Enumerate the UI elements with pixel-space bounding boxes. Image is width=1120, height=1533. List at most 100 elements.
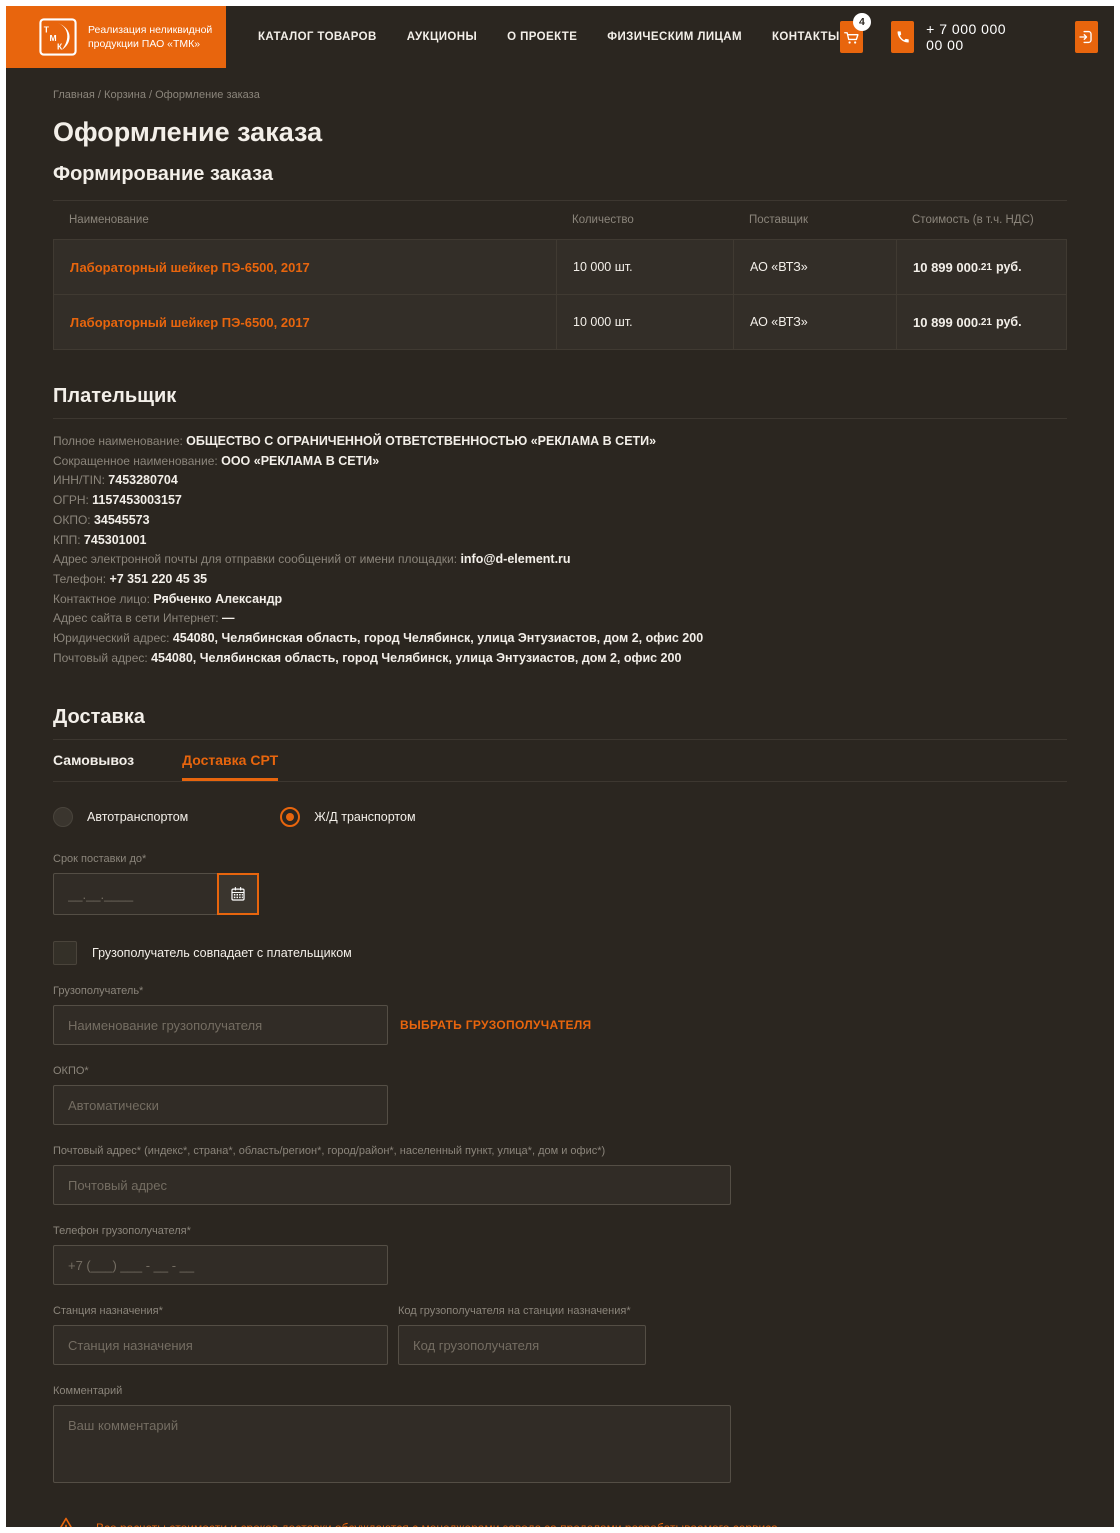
phone-number[interactable]: + 7 000 000 00 00 xyxy=(926,21,1015,53)
tab-pickup[interactable]: Самовывоз xyxy=(53,740,134,781)
payer-field-full-name: Полное наименование: ОБЩЕСТВО С ОГРАНИЧЕ… xyxy=(53,432,1067,452)
payer-section-title: Плательщик xyxy=(53,383,1067,409)
okpo-group: ОКПО* xyxy=(53,1065,1067,1125)
payer-field-kpp: КПП: 745301001 xyxy=(53,531,1067,551)
same-as-payer-checkbox-row[interactable]: Грузополучатель совпадает с плательщиком xyxy=(53,941,1067,965)
column-header-name: Наименование xyxy=(53,201,556,239)
calendar-icon xyxy=(229,885,247,903)
page-title: Оформление заказа xyxy=(53,116,1067,148)
delivery-date-label: Срок поставки до* xyxy=(53,853,1067,865)
okpo-input[interactable] xyxy=(53,1085,388,1125)
consignee-phone-group: Телефон грузополучателя* xyxy=(53,1225,1067,1285)
payer-field-website: Адрес сайта в сети Интернет: — xyxy=(53,609,1067,629)
tmk-logo-icon: Т М К xyxy=(39,18,77,56)
product-supplier: АО «ВТЗ» xyxy=(734,295,897,349)
station-code-label: Код грузополучателя на станции назначени… xyxy=(398,1305,646,1317)
station-row: Станция назначения* Код грузополучателя … xyxy=(53,1305,1067,1365)
table-row: Лабораторный шейкер ПЭ-6500, 2017 10 000… xyxy=(53,295,1067,350)
payer-field-phone: Телефон: +7 351 220 45 35 xyxy=(53,570,1067,590)
checkbox-icon[interactable] xyxy=(53,941,77,965)
column-header-qty: Количество xyxy=(556,201,733,239)
postal-address-label: Почтовый адрес* (индекс*, страна*, облас… xyxy=(53,1145,1067,1157)
nav-item-catalog[interactable]: КАТАЛОГ ТОВАРОВ xyxy=(258,31,377,43)
payer-field-inn: ИНН/TIN: 7453280704 xyxy=(53,471,1067,491)
delivery-date-group: Срок поставки до* xyxy=(53,853,1067,915)
screenshot-frame: Т М К Реализация неликвидной продукции П… xyxy=(0,0,1120,1533)
cart-count-badge: 4 xyxy=(853,13,871,31)
phone-icon xyxy=(894,29,911,46)
calendar-button[interactable] xyxy=(217,873,259,915)
svg-text:К: К xyxy=(57,41,63,51)
consignee-group: Грузополучатель* ВЫБРАТЬ ГРУЗОПОЛУЧАТЕЛЯ xyxy=(53,985,1067,1045)
payer-details: Полное наименование: ОБЩЕСТВО С ОГРАНИЧЕ… xyxy=(53,432,1067,668)
postal-address-input[interactable] xyxy=(53,1165,731,1205)
warning-text: Все расчеты стоимости и сроков доставки … xyxy=(96,1521,781,1527)
consignee-phone-label: Телефон грузополучателя* xyxy=(53,1225,1067,1237)
breadcrumb-home[interactable]: Главная xyxy=(53,89,104,101)
breadcrumb: ГлавнаяКорзинаОформление заказа xyxy=(53,89,1067,101)
main-nav: КАТАЛОГ ТОВАРОВ АУКЦИОНЫ О ПРОЕКТЕ ФИЗИЧ… xyxy=(258,31,840,43)
logo-tagline: Реализация неликвидной продукции ПАО «ТМ… xyxy=(88,23,212,51)
product-price: 10 899 000.21руб. xyxy=(897,240,1080,294)
page-content: ГлавнаяКорзинаОформление заказа Оформлен… xyxy=(6,89,1114,1527)
station-code-input[interactable] xyxy=(398,1325,646,1365)
breadcrumb-cart[interactable]: Корзина xyxy=(104,89,155,101)
payer-field-postal-address: Почтовый адрес: 454080, Челябинская обла… xyxy=(53,649,1067,669)
comment-group: Комментарий xyxy=(53,1385,1067,1488)
postal-address-group: Почтовый адрес* (индекс*, страна*, облас… xyxy=(53,1145,1067,1205)
radio-circle-icon xyxy=(53,807,73,827)
product-qty: 10 000 шт. xyxy=(557,295,734,349)
product-price: 10 899 000.21руб. xyxy=(897,295,1080,349)
delivery-tabs: Самовывоз Доставка СРТ xyxy=(53,740,1067,782)
payer-field-email: Адрес электронной почты для отправки соо… xyxy=(53,550,1067,570)
payer-field-short-name: Сокращенное наименование: ООО «РЕКЛАМА В… xyxy=(53,452,1067,472)
radio-auto-transport[interactable]: Автотранспортом xyxy=(53,807,188,827)
product-link[interactable]: Лабораторный шейкер ПЭ-6500, 2017 xyxy=(70,315,310,330)
column-header-supplier: Поставщик xyxy=(733,201,896,239)
login-button[interactable] xyxy=(1075,21,1098,53)
nav-item-contacts[interactable]: КОНТАКТЫ xyxy=(772,31,840,43)
header-actions: 4 + 7 000 000 00 00 xyxy=(840,21,1114,53)
cart-button[interactable]: 4 xyxy=(840,21,863,53)
svg-text:М: М xyxy=(49,33,56,43)
station-label: Станция назначения* xyxy=(53,1305,388,1317)
radio-rail-transport[interactable]: Ж/Д транспортом xyxy=(280,807,415,827)
breadcrumb-current: Оформление заказа xyxy=(155,89,260,101)
station-input[interactable] xyxy=(53,1325,388,1365)
column-header-price: Стоимость (в т.ч. НДС) xyxy=(896,201,1079,239)
station-code-group: Код грузополучателя на станции назначени… xyxy=(398,1305,646,1365)
nav-item-individuals[interactable]: ФИЗИЧЕСКИМ ЛИЦАМ xyxy=(607,31,742,43)
order-table-header: Наименование Количество Поставщик Стоимо… xyxy=(53,201,1067,239)
select-consignee-link[interactable]: ВЫБРАТЬ ГРУЗОПОЛУЧАТЕЛЯ xyxy=(400,1018,591,1032)
checkbox-label: Грузополучатель совпадает с плательщиком xyxy=(92,946,352,960)
tab-delivery-cpt[interactable]: Доставка СРТ xyxy=(182,740,278,781)
transport-radio-group: Автотранспортом Ж/Д транспортом xyxy=(53,807,1067,827)
delivery-section-title: Доставка xyxy=(53,704,1067,730)
payer-field-legal-address: Юридический адрес: 454080, Челябинская о… xyxy=(53,629,1067,649)
payer-field-okpo: ОКПО: 34545573 xyxy=(53,511,1067,531)
login-icon xyxy=(1077,28,1095,46)
order-section-title: Формирование заказа xyxy=(53,161,1067,187)
station-group: Станция назначения* xyxy=(53,1305,388,1365)
product-supplier: АО «ВТЗ» xyxy=(734,240,897,294)
radio-circle-icon xyxy=(280,807,300,827)
product-qty: 10 000 шт. xyxy=(557,240,734,294)
warning-icon xyxy=(53,1516,79,1527)
section-divider xyxy=(53,418,1067,419)
checkout-page: Т М К Реализация неликвидной продукции П… xyxy=(6,6,1114,1527)
comment-textarea[interactable] xyxy=(53,1405,731,1483)
site-logo[interactable]: Т М К Реализация неликвидной продукции П… xyxy=(6,6,226,68)
delivery-warning: Все расчеты стоимости и сроков доставки … xyxy=(53,1516,1067,1527)
phone-button[interactable] xyxy=(891,21,914,53)
product-link[interactable]: Лабораторный шейкер ПЭ-6500, 2017 xyxy=(70,260,310,275)
consignee-input[interactable] xyxy=(53,1005,388,1045)
payer-field-ogrn: ОГРН: 1157453003157 xyxy=(53,491,1067,511)
comment-label: Комментарий xyxy=(53,1385,1067,1397)
delivery-date-input[interactable] xyxy=(53,873,218,915)
nav-item-about[interactable]: О ПРОЕКТЕ xyxy=(507,31,577,43)
payer-field-contact: Контактное лицо: Рябченко Александр xyxy=(53,590,1067,610)
nav-item-auctions[interactable]: АУКЦИОНЫ xyxy=(407,31,477,43)
consignee-label: Грузополучатель* xyxy=(53,985,1067,997)
table-row: Лабораторный шейкер ПЭ-6500, 2017 10 000… xyxy=(53,239,1067,295)
consignee-phone-input[interactable] xyxy=(53,1245,388,1285)
